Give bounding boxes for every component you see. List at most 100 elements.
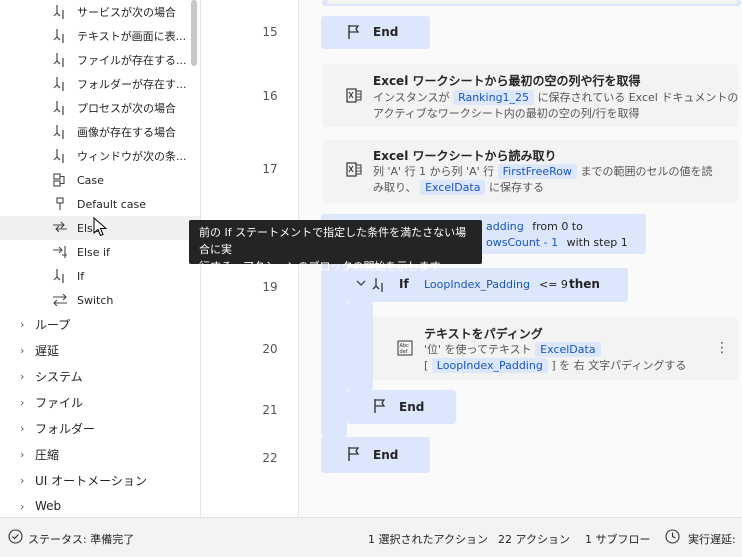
status-check-icon xyxy=(8,529,23,547)
sidebar-action-label: Case xyxy=(77,173,104,187)
sidebar-action-label: Switch xyxy=(77,293,114,307)
sidebar-category-label: UI オートメーション xyxy=(35,473,147,488)
line-number: 20 xyxy=(262,342,278,356)
action-description-line2: [ LoopIndex_Padding ] を 右 文字パディングする xyxy=(424,357,686,374)
action-get-first-free-row[interactable]: Excel ワークシートから最初の空の列や行を取得 インスタンスが Rankin… xyxy=(323,64,738,127)
line-number: 19 xyxy=(262,280,278,294)
variable-chip[interactable]: owsCount - 1 xyxy=(481,235,563,250)
sidebar-category[interactable]: › ループ xyxy=(0,312,200,336)
default-case-icon xyxy=(52,196,68,212)
sidebar-action-item[interactable]: プロセスが次の場合 xyxy=(0,96,200,120)
sidebar-category[interactable]: › ファイル xyxy=(0,390,200,414)
loop-from-text: from 0 to xyxy=(532,220,583,233)
sidebar-action-item[interactable]: フォルダーが存在す... xyxy=(0,72,200,96)
chevron-right-icon: › xyxy=(20,369,25,383)
variable-chip[interactable]: LoopIndex_Padding xyxy=(419,277,536,292)
end-label: End xyxy=(373,448,399,462)
sidebar-category-label: Web xyxy=(35,499,62,513)
if-icon xyxy=(52,268,68,284)
end-flag-icon xyxy=(347,446,361,465)
line-number: 22 xyxy=(262,451,278,465)
sidebar-action-item[interactable]: ファイルが存在する... xyxy=(0,48,200,72)
if-block-rail xyxy=(347,302,373,390)
loop-block-rail xyxy=(321,254,347,437)
desc-text: ] を 右 文字パディングする xyxy=(551,359,687,372)
sidebar-action-item[interactable]: 画像が存在する場合 xyxy=(0,120,200,144)
sidebar-category-label: ファイル xyxy=(35,395,84,410)
action-description-line2: アクティブなワークシート内の最初の空の列/行を取得 xyxy=(373,107,640,120)
sidebar-category-label: 遅延 xyxy=(35,343,60,358)
variable-chip[interactable]: Ranking1_25 xyxy=(453,90,535,105)
sidebar-action-item[interactable]: Case xyxy=(0,168,200,192)
sidebar-action-label: Else if xyxy=(77,245,110,259)
switch-icon xyxy=(52,292,68,308)
sidebar-category[interactable]: › UI オートメーション xyxy=(0,468,200,492)
variable-chip[interactable]: ExcelData xyxy=(535,342,601,357)
sidebar-category[interactable]: › フォルダー xyxy=(0,416,200,440)
sidebar-action-item[interactable]: Else if xyxy=(0,240,200,264)
sidebar-scrollbar-thumb[interactable] xyxy=(191,0,197,66)
condition-icon xyxy=(52,148,68,164)
status-bar: ステータス: 準備完了 1 選択されたアクション 22 アクション 1 サブフロ… xyxy=(0,517,742,557)
sidebar-action-label: ウィンドウが次の条... xyxy=(77,150,187,163)
action-read-from-worksheet[interactable]: Excel ワークシートから読み取り 列 'A' 行 1 から列 'A' 行 F… xyxy=(323,140,738,203)
condition-icon xyxy=(52,100,68,116)
sidebar-action-item[interactable]: Default case xyxy=(0,192,200,216)
chevron-right-icon: › xyxy=(20,421,25,435)
sidebar-category[interactable]: › Web xyxy=(0,494,200,517)
condition-icon xyxy=(52,4,68,20)
sidebar-action-item[interactable]: ウィンドウが次の条... xyxy=(0,144,200,168)
actions-count: 22 アクション xyxy=(498,533,570,546)
sidebar-category[interactable]: › 圧縮 xyxy=(0,442,200,466)
svg-text:def: def xyxy=(400,349,408,355)
tooltip-line2: 行する、アクションのブロックの開始を示します xyxy=(199,260,441,273)
action-title: Excel ワークシートから読み取り xyxy=(373,149,557,163)
end-block-15[interactable]: End xyxy=(321,16,430,49)
variable-chip[interactable]: adding xyxy=(481,219,529,234)
desc-text: インスタンスが xyxy=(373,91,450,104)
variable-chip[interactable]: ExcelData xyxy=(420,180,486,195)
sidebar-category-label: ループ xyxy=(35,317,71,332)
desc-text: に保存されている Excel ドキュメントの xyxy=(537,91,739,104)
sidebar-action-item[interactable]: If xyxy=(0,264,200,288)
sidebar-action-item[interactable]: テキストが画面に表... xyxy=(0,24,200,48)
end-block-22[interactable]: End xyxy=(321,437,430,473)
end-label: End xyxy=(399,400,425,414)
line-number: 16 xyxy=(262,89,278,103)
loop-step-text: with step 1 xyxy=(566,236,628,249)
end-block-21[interactable]: End xyxy=(347,390,456,424)
variable-chip[interactable]: FirstFreeRow xyxy=(497,164,577,179)
more-options-icon[interactable]: ⋮ xyxy=(715,341,729,355)
text-padding-icon: Abc def xyxy=(397,340,413,359)
chevron-right-icon: › xyxy=(20,343,25,357)
chevron-right-icon: › xyxy=(20,447,25,461)
sidebar-action-label: Default case xyxy=(77,197,146,211)
action-pad-text[interactable]: Abc def テキストをパディング '位' を使ってテキスト ExcelData… xyxy=(373,317,738,380)
line-number: 17 xyxy=(262,162,278,176)
loop-header-line2: owsCount - 1 with step 1 xyxy=(481,234,628,251)
selected-actions-count: 1 選択されたアクション xyxy=(368,533,488,546)
action-description-line2: み取り、 ExcelData に保存する xyxy=(373,179,544,196)
loop-header-line1: adding from 0 to xyxy=(481,218,583,235)
variable-chip[interactable]: LoopIndex_Padding xyxy=(431,358,548,373)
execution-delay-label: 実行遅延: xyxy=(688,533,736,546)
previous-action-tail xyxy=(327,0,737,4)
desc-text: に保存する xyxy=(488,181,544,194)
excel-icon xyxy=(346,162,362,180)
line-number: 21 xyxy=(262,403,278,417)
sidebar-category[interactable]: › システム xyxy=(0,364,200,388)
sidebar-action-item[interactable]: Switch xyxy=(0,288,200,312)
actions-panel: サービスが次の場合 テキストが画面に表... ファイルが存在する... フォルダーが存… xyxy=(0,0,200,517)
sidebar-action-item[interactable]: サービスが次の場合 xyxy=(0,0,200,24)
excel-icon xyxy=(346,88,362,106)
desc-text: み取り、 xyxy=(373,181,417,194)
sidebar-action-label: テキストが画面に表... xyxy=(77,30,187,43)
if-operator: <= 9 xyxy=(539,278,568,291)
chevron-right-icon: › xyxy=(20,473,25,487)
collapse-chevron-icon[interactable] xyxy=(355,277,367,292)
sidebar-category[interactable]: › 遅延 xyxy=(0,338,200,362)
condition-icon xyxy=(52,124,68,140)
condition-icon xyxy=(52,52,68,68)
mouse-cursor-icon xyxy=(93,216,108,240)
sidebar-action-label: サービスが次の場合 xyxy=(77,6,176,19)
